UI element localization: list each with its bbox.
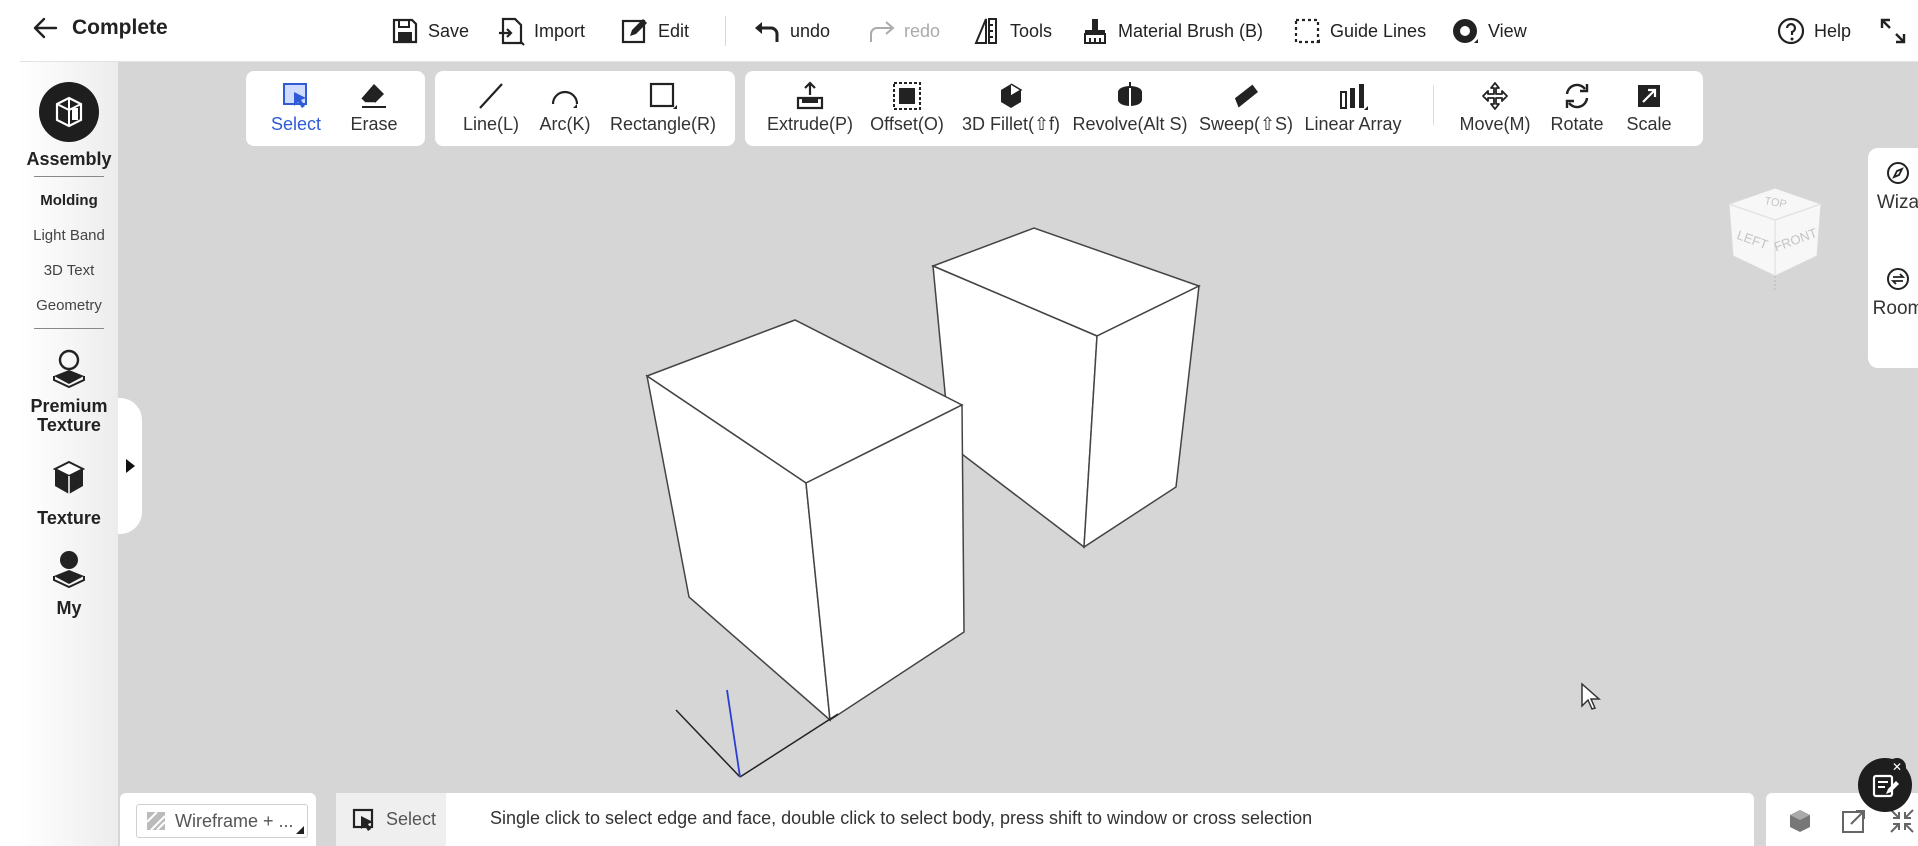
view-cube[interactable]: TOP LEFT FRONT (1715, 180, 1835, 300)
undo-icon (755, 22, 779, 42)
sidebar-divider (34, 176, 104, 177)
fillet-tool[interactable]: 3D Fillet(⇧f) (959, 71, 1063, 146)
rotate-tool[interactable]: Rotate (1545, 71, 1609, 146)
extrude-icon (796, 81, 824, 110)
current-tool-indicator: Select (336, 793, 446, 846)
erase-tool[interactable]: Erase (346, 71, 402, 146)
sidebar-divider (34, 328, 104, 329)
scale-tool[interactable]: Scale (1619, 71, 1679, 146)
corner-caret-icon (296, 826, 304, 834)
tools-icon (974, 18, 997, 44)
view-icon (1453, 19, 1478, 43)
wizard-button[interactable]: Wiza (1868, 160, 1918, 214)
caret-right-icon (126, 459, 135, 473)
fillet-icon (1001, 83, 1023, 108)
help-button[interactable]: Help (1776, 14, 1851, 48)
linear-array-icon (1340, 84, 1368, 110)
sidebar-item-light-band[interactable]: Light Band (20, 227, 118, 244)
selection-tools-group: Select Erase (246, 71, 425, 146)
fullscreen-icon (1880, 18, 1906, 44)
premium-texture-icon (53, 349, 85, 389)
feedback-close-icon[interactable]: ✕ (1888, 758, 1906, 776)
rectangle-tool[interactable]: Rectangle(R) (601, 71, 725, 146)
offset-tool[interactable]: Offset(O) (867, 71, 947, 146)
toolbar-group-separator (1433, 85, 1434, 125)
select-cursor-icon (352, 808, 374, 831)
room-button[interactable]: Room (1868, 266, 1918, 320)
back-button[interactable]: Complete (30, 14, 168, 42)
room-swap-icon (1887, 268, 1909, 290)
assembly-button[interactable]: Assembly (20, 82, 118, 169)
top-bar: Complete Save Import Edit undo redo Tool… (20, 0, 1918, 62)
left-sidebar: Assembly Molding Light Band 3D Text Geom… (20, 62, 118, 846)
offset-icon (893, 82, 921, 110)
edit-icon (621, 19, 647, 44)
import-button[interactable]: Import (496, 14, 585, 48)
box-front[interactable] (645, 319, 965, 722)
revolve-tool[interactable]: Revolve(Alt S) (1071, 71, 1189, 146)
project-title: Complete (72, 16, 168, 39)
toolbar-separator (725, 16, 726, 46)
help-icon (1777, 17, 1805, 45)
sweep-icon (1233, 83, 1258, 109)
compass-icon (1887, 162, 1909, 184)
sidebar-expand-tab[interactable] (118, 398, 142, 534)
import-icon (499, 17, 525, 46)
linear-array-tool[interactable]: Linear Array (1301, 71, 1405, 146)
assembly-icon (39, 82, 99, 142)
scale-icon (1638, 85, 1660, 107)
arc-icon (551, 90, 579, 108)
fullscreen-button[interactable] (1878, 14, 1908, 48)
expand-view-icon[interactable] (1840, 807, 1868, 835)
move-arrows-icon (1482, 82, 1508, 110)
sidebar-item-molding[interactable]: Molding (20, 192, 118, 209)
my-profile-icon (53, 551, 85, 589)
arrow-left-icon (33, 17, 58, 39)
rectangle-icon (649, 82, 677, 109)
status-hint: Single click to select edge and face, do… (490, 808, 1313, 828)
save-icon (392, 18, 418, 44)
edit-button[interactable]: Edit (620, 14, 689, 48)
guide-lines-icon (1294, 18, 1320, 44)
sweep-tool[interactable]: Sweep(⇧S) (1199, 71, 1293, 146)
premium-texture-button[interactable]: Premium Texture (20, 348, 118, 435)
material-brush-button[interactable]: Material Brush (B) (1080, 14, 1263, 48)
rotate-icon (1565, 83, 1589, 109)
save-button[interactable]: Save (390, 14, 469, 48)
wireframe-icon (146, 811, 166, 831)
redo-icon (870, 21, 895, 42)
3d-scene[interactable] (600, 200, 1250, 800)
line-icon (479, 83, 503, 109)
collapse-view-icon[interactable] (1888, 807, 1916, 835)
extrude-tool[interactable]: Extrude(P) (767, 71, 853, 146)
right-panel: Wiza Room (1868, 148, 1918, 368)
sidebar-item-3d-text[interactable]: 3D Text (20, 262, 118, 279)
line-tool[interactable]: Line(L) (459, 71, 523, 146)
view-button[interactable]: View (1450, 14, 1527, 48)
redo-button[interactable]: redo (866, 14, 940, 48)
brush-icon (1084, 19, 1106, 44)
render-mode-select[interactable]: Wireframe + ... (136, 804, 308, 838)
mouse-cursor-icon (1581, 682, 1601, 710)
select-tool[interactable]: Select (270, 71, 322, 146)
guide-lines-button[interactable]: Guide Lines (1292, 14, 1426, 48)
texture-button[interactable]: Texture (20, 458, 118, 528)
move-tool[interactable]: Move(M) (1453, 71, 1537, 146)
window-left-edge (0, 0, 20, 846)
undo-button[interactable]: undo (752, 14, 830, 48)
tools-button[interactable]: Tools (972, 14, 1052, 48)
select-cursor-icon (283, 83, 307, 108)
revolve-icon (1118, 82, 1142, 110)
status-bar: Select Single click to select edge and f… (336, 793, 1754, 846)
arc-tool[interactable]: Arc(K) (533, 71, 597, 146)
sidebar-item-geometry[interactable]: Geometry (20, 297, 118, 314)
eraser-icon (360, 84, 386, 108)
texture-cube-icon (52, 460, 86, 494)
my-button[interactable]: My (20, 548, 118, 618)
box-back[interactable] (930, 227, 1201, 549)
cube-view-icon[interactable] (1786, 807, 1814, 835)
drawing-tools-group: Line(L) Arc(K) Rectangle(R) (435, 71, 735, 146)
render-mode-panel: Wireframe + ... (120, 793, 316, 846)
modeling-tools-group: Extrude(P) Offset(O) 3D Fillet(⇧f) Revol… (745, 71, 1703, 146)
